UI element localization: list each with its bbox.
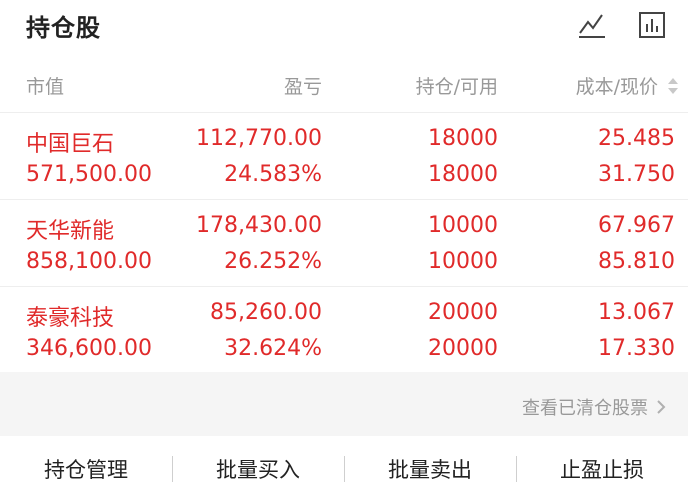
current-price: 17.330 (598, 336, 675, 361)
position-qty: 18000 (428, 126, 498, 151)
position-manage-button[interactable]: 持仓管理 (0, 438, 172, 500)
holding-row[interactable]: 天华新能 858,100.00 178,430.00 26.252% 10000… (0, 201, 688, 285)
column-profit-loss[interactable]: 盈亏 (284, 72, 322, 99)
current-price: 31.750 (598, 162, 675, 187)
current-price: 85.810 (598, 249, 675, 274)
available-qty: 20000 (428, 336, 498, 361)
cost-price: 67.967 (598, 213, 675, 238)
stock-name: 中国巨石 (26, 132, 115, 157)
stock-name: 天华新能 (26, 219, 115, 244)
cleared-link-label: 查看已清仓股票 (522, 398, 648, 419)
divider (0, 199, 688, 200)
stock-name: 泰豪科技 (26, 306, 115, 331)
market-value: 346,600.00 (26, 336, 152, 361)
stop-profit-loss-button[interactable]: 止盈止损 (516, 438, 688, 500)
cost-price: 13.067 (598, 300, 675, 325)
holding-row[interactable]: 泰豪科技 346,600.00 85,260.00 32.624% 20000 … (0, 288, 688, 372)
bar-chart-icon[interactable] (637, 10, 667, 40)
available-qty: 18000 (428, 162, 498, 187)
column-cost-price[interactable]: 成本/现价 (576, 72, 658, 99)
view-cleared-stocks-link[interactable]: 查看已清仓股票 (522, 394, 666, 420)
position-qty: 10000 (428, 213, 498, 238)
chevron-right-icon (657, 400, 666, 414)
batch-buy-button[interactable]: 批量买入 (172, 438, 344, 500)
divider (0, 112, 688, 113)
cost-price: 25.485 (598, 126, 675, 151)
column-header: 市值 盈亏 持仓/可用 成本/现价 (0, 62, 688, 102)
divider (0, 286, 688, 287)
profit-percent: 32.624% (224, 336, 322, 361)
profit-amount: 178,430.00 (196, 213, 322, 238)
position-qty: 20000 (428, 300, 498, 325)
profit-amount: 85,260.00 (210, 300, 322, 325)
batch-sell-button[interactable]: 批量卖出 (344, 438, 516, 500)
page-title: 持仓股 (26, 14, 101, 42)
profit-percent: 24.583% (224, 162, 322, 187)
available-qty: 10000 (428, 249, 498, 274)
market-value: 571,500.00 (26, 162, 152, 187)
sort-icon[interactable] (666, 76, 680, 96)
holding-row[interactable]: 中国巨石 571,500.00 112,770.00 24.583% 18000… (0, 114, 688, 198)
profit-percent: 26.252% (224, 249, 322, 274)
column-market-value[interactable]: 市值 (26, 72, 64, 99)
trend-line-icon[interactable] (577, 10, 607, 40)
profit-amount: 112,770.00 (196, 126, 322, 151)
bottom-action-bar: 持仓管理 批量买入 批量卖出 止盈止损 (0, 438, 688, 500)
market-value: 858,100.00 (26, 249, 152, 274)
header: 持仓股 (0, 0, 688, 50)
cleared-section: 查看已清仓股票 (0, 372, 688, 436)
column-position-available[interactable]: 持仓/可用 (416, 72, 498, 99)
